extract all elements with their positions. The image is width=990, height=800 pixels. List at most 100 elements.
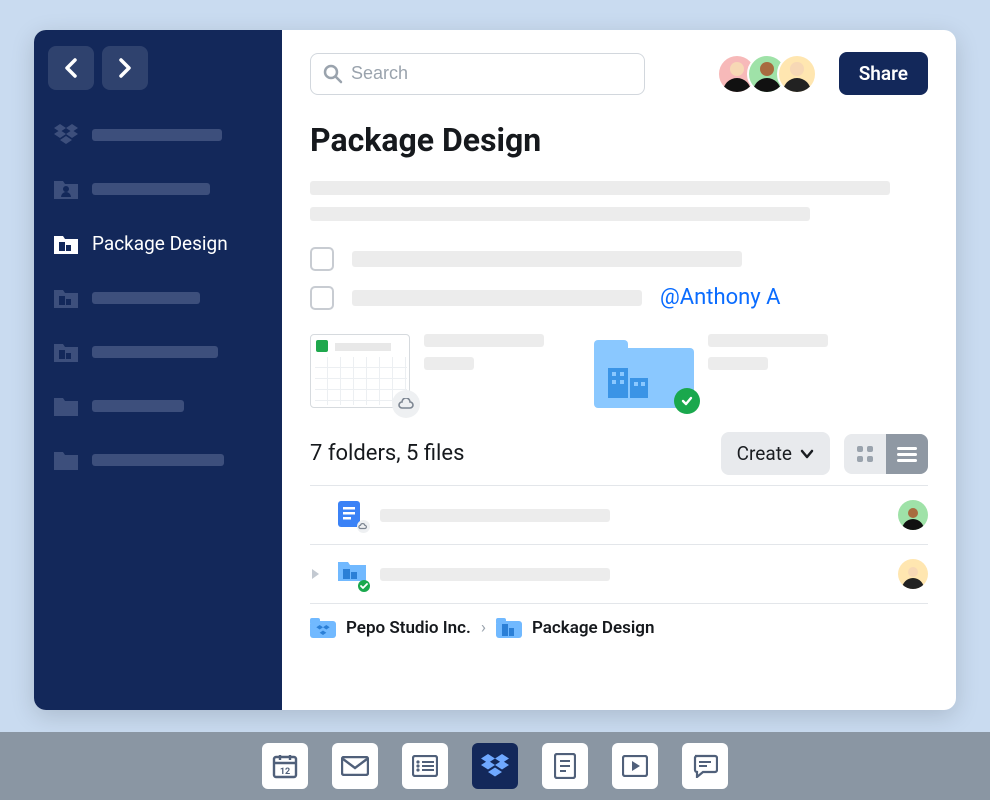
app-window: Package Design [34, 30, 956, 710]
chat-icon [692, 754, 718, 778]
play-icon [622, 755, 648, 777]
dropbox-icon [54, 124, 78, 146]
sidebar-item-label-stub [92, 292, 200, 304]
create-label: Create [737, 442, 792, 465]
dock-list[interactable] [402, 743, 448, 789]
chevron-down-icon [800, 449, 814, 459]
sidebar-item-dropbox[interactable] [50, 118, 266, 152]
breadcrumb-root-folder-icon[interactable] [310, 618, 336, 638]
dock-chat[interactable] [682, 743, 728, 789]
dock-play[interactable] [612, 743, 658, 789]
breadcrumb-separator: › [481, 618, 486, 638]
breadcrumb: Pepo Studio Inc. › Package Design [310, 604, 928, 638]
checklist-text-stub [352, 290, 642, 306]
checklist-item[interactable] [310, 247, 928, 271]
sidebar-item-label-stub [92, 346, 218, 358]
description-line [310, 181, 890, 195]
search-input[interactable] [351, 63, 632, 84]
app-dock: 12 [0, 732, 990, 800]
list-icon [897, 446, 917, 462]
dock-doc[interactable] [542, 743, 588, 789]
grid-icon [856, 445, 874, 463]
sidebar-item-label-stub [92, 454, 224, 466]
sidebar-item-company-1[interactable] [50, 281, 266, 315]
company-folder-icon [54, 233, 78, 255]
list-icon [412, 755, 438, 777]
synced-mini-icon [358, 580, 370, 592]
sidebar: Package Design [34, 30, 282, 710]
company-folder-icon [54, 287, 78, 309]
dropbox-icon [481, 754, 509, 778]
file-list [310, 485, 928, 604]
company-icon [608, 368, 652, 398]
cloud-mini-icon [357, 520, 370, 533]
doc-icon [554, 753, 576, 779]
attachment-cards [310, 334, 928, 408]
list-view-button[interactable] [886, 434, 928, 474]
checklist: @Anthony A [310, 247, 928, 310]
chevron-left-icon [63, 58, 79, 78]
person-folder-icon [54, 178, 78, 200]
folder-icon [54, 395, 78, 417]
file-row[interactable] [310, 545, 928, 604]
folder-file-icon [338, 560, 366, 588]
dropbox-mini-icon [316, 625, 330, 635]
forward-button[interactable] [102, 46, 148, 90]
expand-arrow-icon[interactable] [310, 565, 324, 584]
checkbox[interactable] [310, 247, 334, 271]
dock-calendar[interactable]: 12 [262, 743, 308, 789]
calendar-icon: 12 [272, 753, 298, 779]
card-title-stub [708, 334, 828, 347]
card-meta-stub [424, 357, 474, 370]
sidebar-item-label: Package Design [92, 232, 228, 255]
page-title: Package Design [310, 121, 928, 159]
chevron-right-icon [117, 58, 133, 78]
grid-view-button[interactable] [844, 434, 886, 474]
breadcrumb-current: Package Design [532, 618, 655, 638]
checkbox[interactable] [310, 286, 334, 310]
folder-file-count: 7 folders, 5 files [310, 441, 707, 466]
file-name-stub [380, 568, 610, 581]
dock-mail[interactable] [332, 743, 378, 789]
file-owner-avatar[interactable] [898, 500, 928, 530]
synced-check-icon [674, 388, 700, 414]
file-row[interactable] [310, 486, 928, 545]
sidebar-list: Package Design [48, 118, 268, 477]
sidebar-item-folder-1[interactable] [50, 389, 266, 423]
attachment-folder[interactable] [594, 334, 828, 408]
breadcrumb-current-folder-icon [496, 618, 522, 638]
dock-dropbox[interactable] [472, 743, 518, 789]
mail-icon [341, 756, 369, 776]
collaborator-avatars [727, 54, 817, 94]
cloud-sync-icon [392, 390, 420, 418]
sidebar-item-person-folder[interactable] [50, 172, 266, 206]
svg-text:12: 12 [280, 767, 290, 777]
nav-history [48, 46, 268, 90]
back-button[interactable] [48, 46, 94, 90]
sidebar-item-label-stub [92, 129, 222, 141]
breadcrumb-root[interactable]: Pepo Studio Inc. [346, 618, 471, 638]
attachment-spreadsheet[interactable] [310, 334, 544, 408]
checklist-item[interactable]: @Anthony A [310, 285, 928, 310]
counts-row: 7 folders, 5 files Create [310, 432, 928, 475]
view-toggle [844, 434, 928, 474]
toolbar: Share [310, 52, 928, 95]
sidebar-item-folder-2[interactable] [50, 443, 266, 477]
user-mention[interactable]: @Anthony A [660, 285, 780, 310]
search-box[interactable] [310, 53, 645, 95]
main-content: Share Package Design @Anthony A [282, 30, 956, 710]
sidebar-item-package-design[interactable]: Package Design [50, 226, 266, 261]
sidebar-item-company-2[interactable] [50, 335, 266, 369]
card-meta-stub [708, 357, 768, 370]
card-title-stub [424, 334, 544, 347]
checklist-text-stub [352, 251, 742, 267]
file-owner-avatar[interactable] [898, 559, 928, 589]
create-button[interactable]: Create [721, 432, 830, 475]
search-icon [323, 64, 343, 84]
share-button[interactable]: Share [839, 52, 928, 95]
doc-file-icon [338, 501, 366, 529]
sidebar-item-label-stub [92, 183, 210, 195]
avatar[interactable] [777, 54, 817, 94]
file-name-stub [380, 509, 610, 522]
sidebar-item-label-stub [92, 400, 184, 412]
